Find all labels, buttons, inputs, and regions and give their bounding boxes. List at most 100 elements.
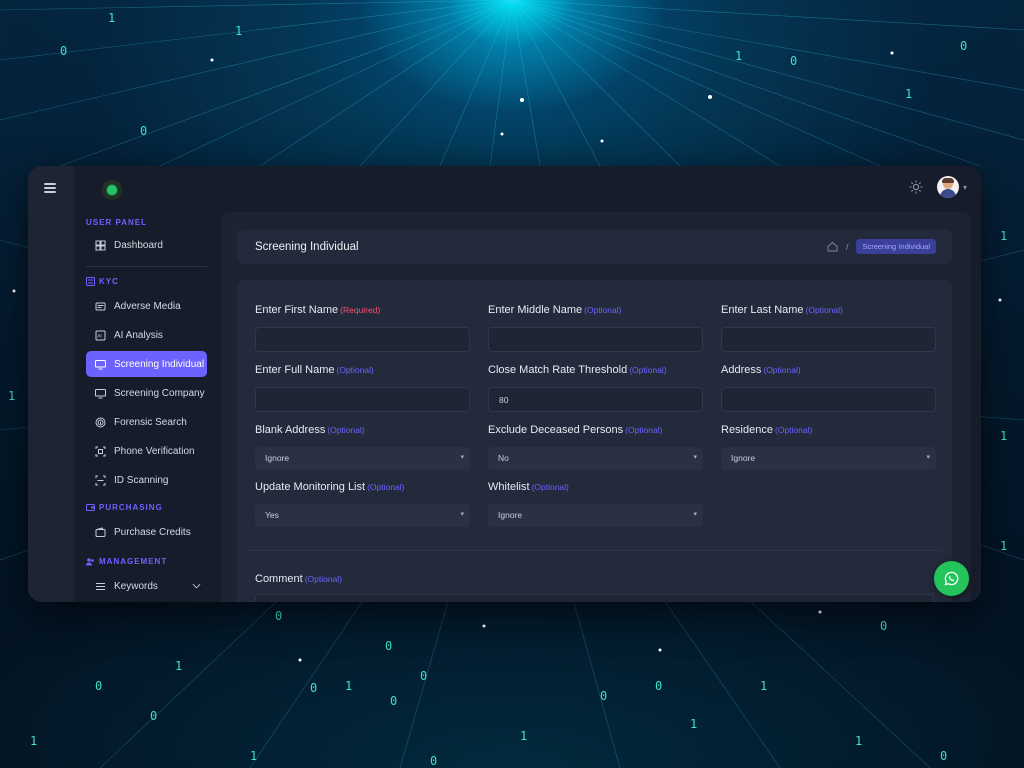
side-rail: [28, 166, 74, 602]
sidebar-item-keywords[interactable]: Keywords: [86, 573, 207, 599]
sidebar-item-label: Keywords: [114, 580, 158, 592]
sidebar-item-id-scanning[interactable]: ID Scanning: [86, 467, 207, 493]
svg-text:1: 1: [760, 679, 767, 693]
sidebar-item-label: Adverse Media: [114, 300, 181, 312]
first-name-label: Enter First Name (Required): [255, 304, 381, 316]
first-name-input[interactable]: [255, 327, 470, 352]
main-content: Screening Individual / Screening Individ…: [221, 212, 971, 602]
last-name-label: Enter Last Name (Optional): [721, 304, 843, 316]
sidebar-item-purchase-credits[interactable]: Purchase Credits: [86, 519, 207, 545]
sidebar: USER PANEL Dashboard KYC Adverse Media A…: [86, 216, 207, 599]
sidebar-item-screening-individual[interactable]: Screening Individual: [86, 351, 207, 377]
last-name-input[interactable]: [721, 327, 936, 352]
full-name-label: Enter Full Name (Optional): [255, 364, 374, 376]
whatsapp-icon: [944, 571, 959, 586]
exclude-deceased-label: Exclude Deceased Persons (Optional): [488, 424, 663, 436]
whitelist-field: Whitelist (Optional) Ignore ▾: [488, 477, 703, 527]
chevron-down-icon: ▾: [460, 454, 464, 461]
chevron-down-icon: [192, 583, 201, 589]
fingerprint-icon: [95, 417, 106, 427]
svg-text:0: 0: [140, 124, 147, 138]
logo[interactable]: [102, 180, 122, 200]
address-label: Address (Optional): [721, 364, 801, 376]
home-icon[interactable]: [827, 241, 838, 252]
middle-name-input[interactable]: [488, 327, 703, 352]
svg-text:1: 1: [690, 717, 697, 731]
full-name-field: Enter Full Name (Optional): [255, 360, 470, 412]
sidebar-item-label: Dashboard: [114, 239, 163, 251]
sidebar-item-screening-company[interactable]: Screening Company: [86, 380, 207, 406]
breadcrumb: / Screening Individual: [827, 239, 936, 254]
sidebar-item-label: Phone Verification: [114, 445, 195, 457]
chevron-down-icon: ▾: [962, 182, 967, 192]
divider: [86, 266, 207, 267]
sidebar-item-label: Screening Company: [114, 387, 205, 399]
avatar: [936, 176, 959, 198]
user-menu[interactable]: ▾: [936, 176, 967, 198]
residence-field: Residence (Optional) Ignore ▾: [721, 420, 936, 470]
svg-text:0: 0: [95, 679, 102, 693]
sun-icon[interactable]: [909, 180, 923, 194]
full-name-input[interactable]: [255, 387, 470, 412]
sidebar-item-forensic-search[interactable]: Forensic Search: [86, 409, 207, 435]
topbar-actions: ▾: [909, 176, 967, 198]
svg-text:1: 1: [1000, 429, 1007, 443]
sidebar-item-phone-verification[interactable]: Phone Verification: [86, 438, 207, 464]
svg-text:0: 0: [420, 669, 427, 683]
whitelist-label: Whitelist (Optional): [488, 481, 569, 493]
sidebar-item-label: Screening Individual: [114, 358, 205, 370]
address-input[interactable]: [721, 387, 936, 412]
svg-text:1: 1: [1000, 229, 1007, 243]
exclude-deceased-select[interactable]: No ▾: [488, 447, 703, 470]
sidebar-item-ai-analysis[interactable]: AI AI Analysis: [86, 322, 207, 348]
svg-text:0: 0: [940, 749, 947, 763]
chevron-down-icon: ▾: [926, 454, 930, 461]
list-icon: [96, 582, 105, 590]
sidebar-item-dashboard[interactable]: Dashboard: [86, 232, 207, 258]
monitor-icon: [95, 359, 106, 369]
svg-text:AI: AI: [97, 333, 101, 339]
kyc-icon: [86, 276, 95, 286]
logo-mark: [107, 185, 117, 195]
whatsapp-button[interactable]: [934, 561, 969, 596]
wallet-icon: [95, 526, 106, 537]
svg-text:1: 1: [250, 749, 257, 763]
svg-text:0: 0: [880, 619, 887, 633]
app-window: ▾ USER PANEL Dashboard KYC Adverse Media…: [28, 166, 981, 602]
ai-icon: AI: [95, 330, 106, 340]
threshold-input[interactable]: [488, 387, 703, 412]
dashboard-icon: [95, 240, 106, 250]
first-name-field: Enter First Name (Required): [255, 300, 470, 352]
svg-text:0: 0: [430, 754, 437, 768]
section-label-user-panel: USER PANEL: [86, 217, 147, 227]
blank-address-label: Blank Address (Optional): [255, 424, 365, 436]
chevron-down-icon: ▾: [693, 454, 697, 461]
address-field: Address (Optional): [721, 360, 936, 412]
comment-textarea[interactable]: [255, 594, 934, 602]
svg-text:0: 0: [150, 709, 157, 723]
sidebar-item-adverse-media[interactable]: Adverse Media: [86, 293, 207, 319]
chevron-down-icon: ▾: [460, 511, 464, 518]
blank-address-field: Blank Address (Optional) Ignore ▾: [255, 420, 470, 470]
newspaper-icon: [95, 302, 106, 310]
svg-text:0: 0: [600, 689, 607, 703]
sidebar-item-label: Purchase Credits: [114, 526, 191, 538]
whitelist-select[interactable]: Ignore ▾: [488, 504, 703, 527]
svg-text:1: 1: [1000, 539, 1007, 553]
users-icon: [86, 557, 94, 565]
threshold-label: Close Match Rate Threshold (Optional): [488, 364, 667, 376]
divider: [247, 550, 942, 551]
qr-scan-icon: [95, 446, 106, 456]
svg-text:0: 0: [960, 39, 967, 53]
residence-select[interactable]: Ignore ▾: [721, 447, 936, 470]
blank-address-select[interactable]: Ignore ▾: [255, 447, 470, 470]
svg-text:1: 1: [520, 729, 527, 743]
menu-icon[interactable]: [44, 183, 56, 193]
middle-name-field: Enter Middle Name (Optional): [488, 300, 703, 352]
svg-text:1: 1: [855, 734, 862, 748]
wallet-icon: [86, 503, 95, 511]
svg-text:1: 1: [345, 679, 352, 693]
section-label-purchasing: PURCHASING: [86, 501, 207, 513]
svg-text:0: 0: [790, 54, 797, 68]
update-monitoring-select[interactable]: Yes ▾: [255, 504, 470, 527]
